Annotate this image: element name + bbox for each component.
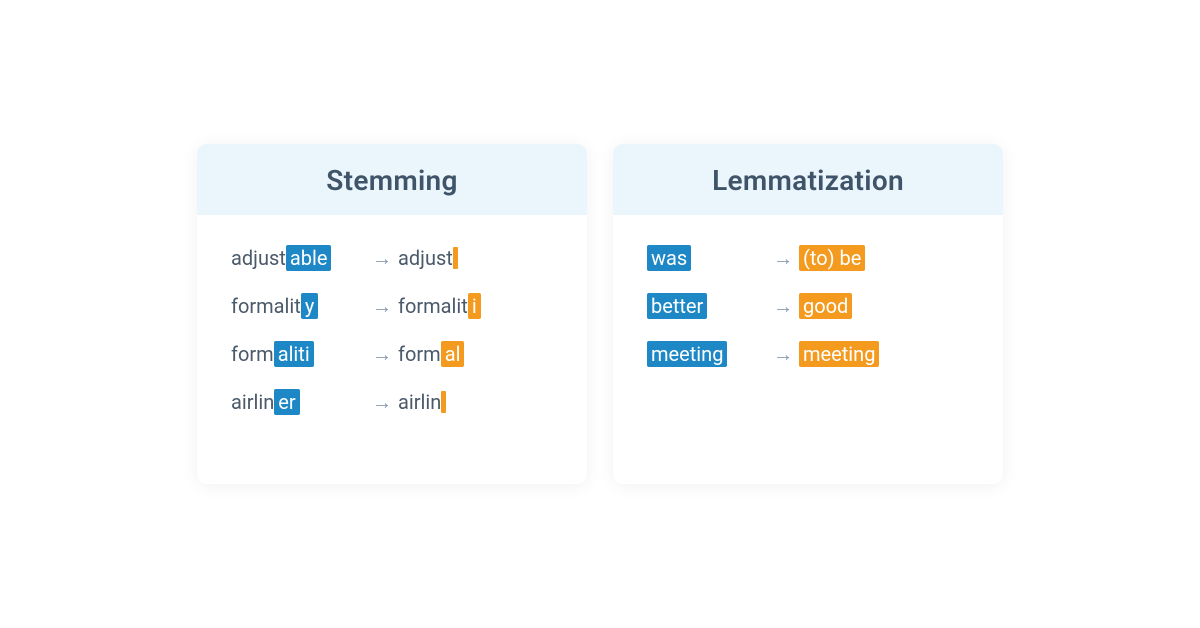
stem-input: airliner — [231, 389, 366, 415]
stemming-header: Stemming — [197, 144, 587, 215]
cursor-bar-icon — [441, 391, 446, 413]
stem-output: airlin — [398, 390, 553, 414]
lemma-output: (to) be — [799, 245, 969, 271]
stemming-title: Stemming — [197, 164, 587, 197]
stem-row: formaliti → formal — [231, 341, 553, 367]
stem-row: formality → formaliti — [231, 293, 553, 319]
lemmatization-title: Lemmatization — [613, 164, 1003, 197]
arrow-icon: → — [366, 342, 398, 367]
arrow-icon: → — [366, 246, 398, 271]
lemmatization-header: Lemmatization — [613, 144, 1003, 215]
lemma-row: meeting → meeting — [647, 341, 969, 367]
stem-output: formal — [398, 341, 553, 367]
arrow-icon: → — [366, 390, 398, 415]
stemming-card: Stemming adjustable → adjust formality →… — [197, 144, 587, 484]
lemma-output: meeting — [799, 341, 969, 367]
arrow-icon: → — [767, 294, 799, 319]
arrow-icon: → — [366, 294, 398, 319]
stemming-body: adjustable → adjust formality → formalit… — [197, 215, 587, 445]
stem-input: formaliti — [231, 341, 366, 367]
lemma-output: good — [799, 293, 969, 319]
stem-output: adjust — [398, 246, 553, 270]
lemmatization-body: was → (to) be better → good meeting → me… — [613, 215, 1003, 397]
stem-input: formality — [231, 293, 366, 319]
lemma-input: meeting — [647, 341, 767, 367]
lemma-row: was → (to) be — [647, 245, 969, 271]
lemma-row: better → good — [647, 293, 969, 319]
stem-row: airliner → airlin — [231, 389, 553, 415]
stem-row: adjustable → adjust — [231, 245, 553, 271]
cursor-bar-icon — [453, 247, 458, 269]
stem-output: formaliti — [398, 293, 553, 319]
lemmatization-card: Lemmatization was → (to) be better → goo… — [613, 144, 1003, 484]
arrow-icon: → — [767, 342, 799, 367]
stem-input: adjustable — [231, 245, 366, 271]
arrow-icon: → — [767, 246, 799, 271]
lemma-input: was — [647, 245, 767, 271]
lemma-input: better — [647, 293, 767, 319]
